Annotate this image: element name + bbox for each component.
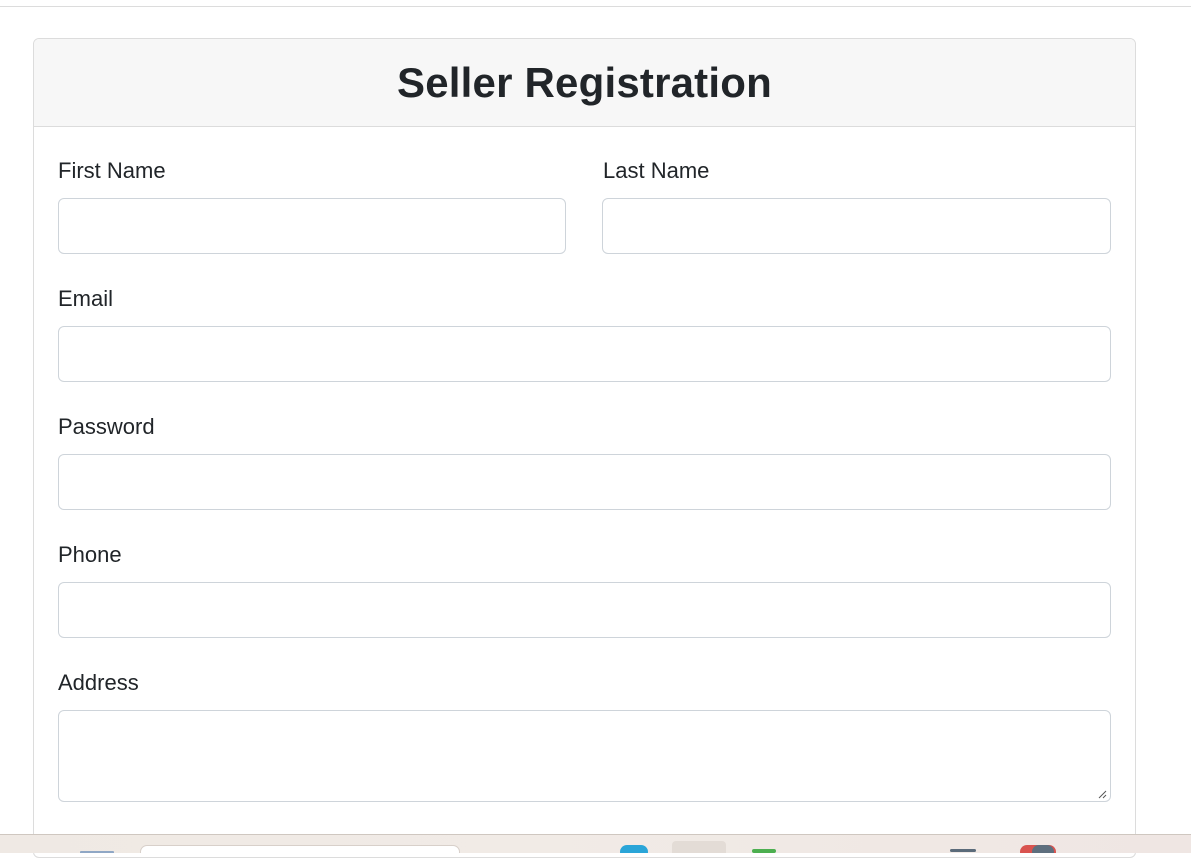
taskbar-search-box[interactable] [140,845,460,853]
address-label: Address [58,670,139,695]
os-taskbar [0,834,1191,853]
password-label: Password [58,414,155,439]
password-input[interactable] [58,454,1111,510]
first-name-input[interactable] [58,198,566,254]
taskbar-app-icon[interactable] [752,849,776,853]
taskbar-app-icon-2[interactable] [950,849,976,852]
last-name-input[interactable] [602,198,1111,254]
address-textarea[interactable] [58,710,1111,802]
top-divider [0,6,1191,7]
email-label: Email [58,286,114,311]
card-header: Seller Registration [34,39,1135,127]
taskbar-active-app-icon[interactable] [672,841,726,853]
email-input[interactable] [58,326,1111,382]
resize-handle-icon[interactable] [1097,789,1107,799]
last-name-label: Last Name [603,158,710,183]
phone-label: Phone [58,542,122,567]
phone-input[interactable] [58,582,1111,638]
taskbar-edge-icon[interactable] [620,845,648,853]
registration-card: Seller Registration First Name Last Name… [33,38,1136,858]
taskbar-badge-icon[interactable] [1032,845,1054,853]
page-title: Seller Registration [397,58,772,106]
first-name-label: First Name [58,158,166,183]
